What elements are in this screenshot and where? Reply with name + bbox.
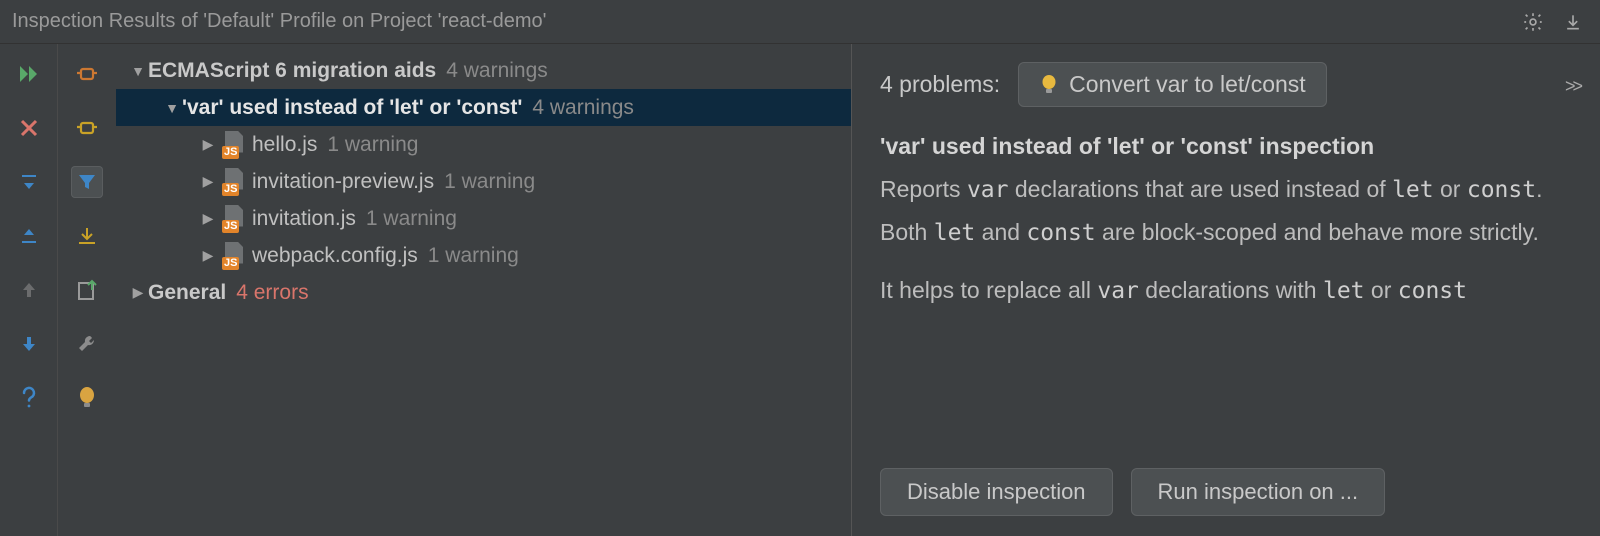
inspection-description: Reports var declarations that are used i… <box>880 172 1580 316</box>
arrow-down-icon[interactable] <box>13 328 45 360</box>
wrench-icon[interactable] <box>71 328 103 360</box>
export-down-icon[interactable] <box>71 220 103 252</box>
toolbar-left <box>0 44 58 536</box>
tree-group-ecmascript[interactable]: ▼ ECMAScript 6 migration aids 4 warnings <box>116 52 851 89</box>
chevron-right-icon: ▶ <box>198 136 218 153</box>
tree-file-row[interactable]: ▶ JS invitation.js 1 warning <box>116 200 851 237</box>
js-file-icon: JS <box>222 242 246 270</box>
collapse-bottom-icon[interactable] <box>13 220 45 252</box>
quick-fix-button[interactable]: Convert var to let/const <box>1018 62 1327 107</box>
download-icon[interactable] <box>1558 7 1588 37</box>
toolbar-secondary <box>58 44 116 536</box>
inspection-detail: 4 problems: Convert var to let/const >> … <box>852 44 1600 536</box>
chevron-down-icon: ▼ <box>128 63 148 79</box>
js-file-icon: JS <box>222 205 246 233</box>
quick-fix-label: Convert var to let/const <box>1069 71 1306 98</box>
collapse-top-icon[interactable] <box>13 166 45 198</box>
chevron-down-icon: ▼ <box>162 100 182 116</box>
export-up-icon[interactable] <box>71 274 103 306</box>
bulb-icon[interactable] <box>71 382 103 414</box>
titlebar: Inspection Results of 'Default' Profile … <box>0 0 1600 44</box>
arrow-up-icon[interactable] <box>13 274 45 306</box>
close-icon[interactable] <box>13 112 45 144</box>
rerun-icon[interactable] <box>13 58 45 90</box>
tree-inspection-var[interactable]: ▼ 'var' used instead of 'let' or 'const'… <box>116 89 851 126</box>
group-orange-icon[interactable] <box>71 58 103 90</box>
window-title: Inspection Results of 'Default' Profile … <box>12 10 546 33</box>
js-file-icon: JS <box>222 131 246 159</box>
inspection-title: 'var' used instead of 'let' or 'const' i… <box>880 133 1580 160</box>
gear-icon[interactable] <box>1518 7 1548 37</box>
problems-count: 4 problems: <box>880 71 1000 98</box>
more-icon[interactable]: >> <box>1565 72 1580 97</box>
tree-file-row[interactable]: ▶ JS hello.js 1 warning <box>116 126 851 163</box>
tree-file-row[interactable]: ▶ JS webpack.config.js 1 warning <box>116 237 851 274</box>
js-file-icon: JS <box>222 168 246 196</box>
run-inspection-button[interactable]: Run inspection on ... <box>1131 468 1386 516</box>
disable-inspection-button[interactable]: Disable inspection <box>880 468 1113 516</box>
tree-group-general[interactable]: ▶ General 4 errors <box>116 274 851 311</box>
chevron-right-icon: ▶ <box>198 173 218 190</box>
chevron-right-icon: ▶ <box>198 247 218 264</box>
tree-file-row[interactable]: ▶ JS invitation-preview.js 1 warning <box>116 163 851 200</box>
chevron-right-icon: ▶ <box>198 210 218 227</box>
filter-icon[interactable] <box>71 166 103 198</box>
group-yellow-icon[interactable] <box>71 112 103 144</box>
inspection-tree: ▼ ECMAScript 6 migration aids 4 warnings… <box>116 44 852 536</box>
bulb-icon <box>1039 75 1059 95</box>
chevron-right-icon: ▶ <box>128 284 148 301</box>
help-icon[interactable] <box>13 382 45 414</box>
